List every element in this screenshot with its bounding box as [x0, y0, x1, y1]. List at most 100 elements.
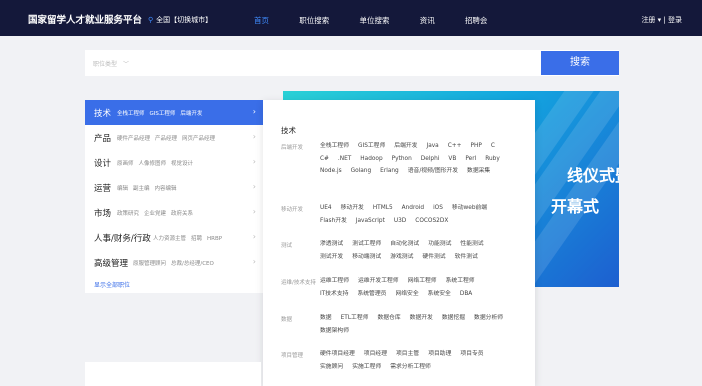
category-sub-link[interactable]: GIS工程师	[150, 111, 176, 117]
category-sub-link[interactable]: HRBP	[207, 236, 222, 242]
job-type-link[interactable]: 数据架构师	[320, 325, 349, 338]
category-sub-link[interactable]: 全栈工程师	[117, 111, 145, 117]
job-type-link[interactable]: 实施顾问	[320, 361, 343, 374]
job-type-link[interactable]: 数据	[320, 312, 332, 325]
nav-home[interactable]: 首页	[254, 15, 269, 26]
job-type-link[interactable]: COCOS2DX	[415, 215, 448, 228]
category-operations[interactable]: 运营 编辑 副主编 内容编辑 ›	[85, 175, 263, 200]
category-sub-link[interactable]: 人力资源主管	[153, 236, 186, 242]
job-type-link[interactable]: VB	[448, 153, 456, 166]
category-sub-link[interactable]: 原画师	[117, 161, 134, 167]
category-sub-link[interactable]: 总裁/总经理/CEO	[171, 261, 214, 267]
job-type-link[interactable]: Java	[426, 140, 438, 153]
job-type-link[interactable]: 项目专员	[460, 348, 483, 361]
category-sub-link[interactable]: 内容编辑	[155, 186, 177, 192]
job-type-link[interactable]: 网络工程师	[408, 275, 437, 288]
category-sub-link[interactable]: 视觉设计	[171, 161, 193, 167]
job-type-link[interactable]: 系统工程师	[446, 275, 475, 288]
show-all-jobs-link[interactable]: 显示全部职位	[94, 280, 130, 289]
category-sub-link[interactable]: 产品经理	[155, 136, 177, 142]
category-marketing[interactable]: 市场 政策研究 企业党建 政府关系 ›	[85, 200, 263, 225]
job-type-link[interactable]: Delphi	[421, 153, 440, 166]
category-sub-link[interactable]: 编辑	[117, 186, 128, 192]
job-type-link[interactable]: 软件测试	[455, 251, 478, 264]
job-type-link[interactable]: 硬件测试	[422, 251, 445, 264]
job-type-link[interactable]: Erlang	[380, 165, 399, 178]
category-sub-link[interactable]: 政策研究	[117, 211, 139, 217]
job-type-link[interactable]: Golang	[351, 165, 372, 178]
category-senior-management[interactable]: 高级管理 原服管理顾问 总裁/总经理/CEO ›	[85, 250, 263, 275]
job-type-link[interactable]: 系统安全	[428, 288, 451, 301]
job-type-link[interactable]: C#	[320, 153, 329, 166]
job-type-link[interactable]: 测试开发	[320, 251, 343, 264]
job-type-link[interactable]: 数据挖掘	[442, 312, 465, 325]
city-switcher[interactable]: ⚲ 全国【切换城市】	[148, 15, 212, 25]
job-type-select[interactable]: 职位类型 ﹀	[93, 59, 129, 68]
job-type-link[interactable]: Android	[402, 202, 424, 215]
job-type-link[interactable]: 网络安全	[395, 288, 418, 301]
job-type-link[interactable]: C	[491, 140, 495, 153]
category-sub-link[interactable]: 原服管理顾问	[133, 261, 166, 267]
nav-news[interactable]: 资讯	[420, 15, 435, 26]
job-type-link[interactable]: Python	[392, 153, 412, 166]
job-type-link[interactable]: Perl	[465, 153, 476, 166]
job-type-link[interactable]: 自动化测试	[390, 238, 419, 251]
job-type-link[interactable]: GIS工程师	[358, 140, 385, 153]
job-type-link[interactable]: PHP	[471, 140, 482, 153]
job-type-link[interactable]: Flash开发	[320, 215, 347, 228]
category-product[interactable]: 产品 硬件产品经理 产品经理 网页产品经理 ›	[85, 125, 263, 150]
category-design[interactable]: 设计 原画师 人像修图师 视觉设计 ›	[85, 150, 263, 175]
job-type-link[interactable]: 性能测试	[460, 238, 483, 251]
category-sub-link[interactable]: 后端开发	[180, 111, 202, 117]
site-logo-title[interactable]: 国家留学人才就业服务平台	[28, 12, 142, 26]
job-type-link[interactable]: 数据分析师	[474, 312, 503, 325]
job-type-link[interactable]: 全栈工程师	[320, 140, 349, 153]
job-type-link[interactable]: 移动web前端	[452, 202, 487, 215]
job-type-link[interactable]: U3D	[394, 215, 406, 228]
job-type-link[interactable]: 数据仓库	[377, 312, 400, 325]
search-input[interactable]: 职位类型 ﹀	[85, 50, 619, 76]
category-sub-link[interactable]: 人像修图师	[139, 161, 167, 167]
job-type-link[interactable]: 功能测试	[428, 238, 451, 251]
job-type-link[interactable]: 数据开发	[410, 312, 433, 325]
job-type-link[interactable]: ETL工程师	[341, 312, 369, 325]
job-type-link[interactable]: .NET	[338, 153, 351, 166]
job-type-link[interactable]: UE4	[320, 202, 332, 215]
job-type-link[interactable]: 实施工程师	[352, 361, 381, 374]
job-type-link[interactable]: HTML5	[373, 202, 393, 215]
nav-company-search[interactable]: 单位搜索	[359, 15, 389, 26]
category-sub-link[interactable]: 网页产品经理	[182, 136, 215, 142]
nav-job-fair[interactable]: 招聘会	[465, 15, 488, 26]
category-hr-finance-admin[interactable]: 人事/财务/行政 人力资源主管 招聘 HRBP ›	[85, 225, 263, 250]
job-type-link[interactable]: 后端开发	[394, 140, 417, 153]
job-type-link[interactable]: Hadoop	[360, 153, 382, 166]
job-type-link[interactable]: Ruby	[485, 153, 500, 166]
category-sub-link[interactable]: 政府关系	[171, 211, 193, 217]
category-tech[interactable]: 技术 全栈工程师 GIS工程师 后端开发 ›	[85, 100, 263, 125]
job-type-link[interactable]: 运维开发工程师	[358, 275, 399, 288]
auth-links[interactable]: 注册 ▾ | 登录	[641, 15, 682, 25]
job-type-link[interactable]: Node.js	[320, 165, 342, 178]
job-type-link[interactable]: 数据采集	[467, 165, 490, 178]
job-type-link[interactable]: DBA	[460, 288, 472, 301]
category-sub-link[interactable]: 硬件产品经理	[117, 136, 150, 142]
category-sub-link[interactable]: 副主编	[133, 186, 150, 192]
job-type-link[interactable]: 渗透测试	[320, 238, 343, 251]
job-type-link[interactable]: JavaScript	[356, 215, 385, 228]
job-type-link[interactable]: 游戏测试	[390, 251, 413, 264]
job-type-link[interactable]: iOS	[433, 202, 443, 215]
job-type-link[interactable]: 项目助理	[428, 348, 451, 361]
job-type-link[interactable]: C++	[448, 140, 462, 153]
job-type-link[interactable]: 项目主管	[396, 348, 419, 361]
job-type-link[interactable]: 测试工程师	[352, 238, 381, 251]
job-type-link[interactable]: 移动端测试	[352, 251, 381, 264]
job-type-link[interactable]: IT技术支持	[320, 288, 348, 301]
job-type-link[interactable]: 移动开发	[341, 202, 364, 215]
nav-job-search[interactable]: 职位搜索	[299, 15, 329, 26]
category-sub-link[interactable]: 企业党建	[144, 211, 166, 217]
job-type-link[interactable]: 项目经理	[364, 348, 387, 361]
job-type-link[interactable]: 系统管理员	[357, 288, 386, 301]
job-type-link[interactable]: 语音/视频/图形开发	[408, 165, 458, 178]
job-type-link[interactable]: 需求分析工程师	[390, 361, 431, 374]
job-type-link[interactable]: 硬件项目经理	[320, 348, 355, 361]
